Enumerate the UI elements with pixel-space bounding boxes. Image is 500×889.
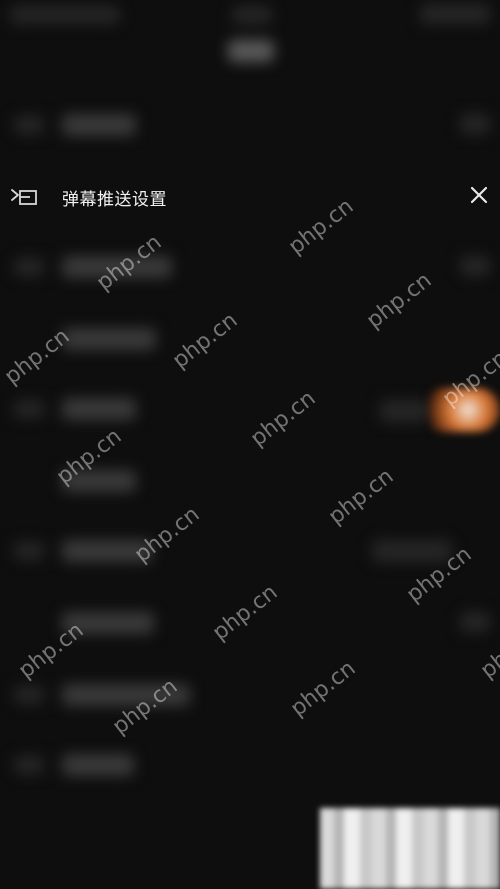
blurred-row-icon: [14, 542, 44, 560]
blurred-toggle-switch: [420, 388, 500, 432]
blurred-row-label: [62, 612, 154, 634]
blurred-row-icon: [14, 756, 44, 774]
blurred-row-icon: [14, 116, 44, 134]
blurred-row-label: [62, 398, 136, 420]
blurred-row-label: [62, 470, 136, 492]
blurred-status-left: [10, 6, 120, 24]
page-title: 弹幕推送设置: [62, 190, 167, 210]
close-icon[interactable]: [468, 184, 490, 206]
blurred-row-label: [62, 540, 152, 562]
blurred-row-value: [460, 612, 490, 632]
blurred-row-icon: [14, 258, 44, 276]
blurred-background: [0, 0, 500, 889]
blurred-row-label: [62, 754, 134, 776]
danmaku-push-settings-screen: 弹幕推送设置 php.cn php.cn php.cn php.cn php.c…: [0, 0, 500, 889]
blurred-row-label: [62, 328, 156, 350]
blurred-row-value: [372, 540, 452, 562]
blurred-status-right: [420, 4, 490, 24]
blurred-row-label: [62, 114, 136, 136]
blurred-row-value: [460, 114, 490, 134]
blurred-corner-artifact: [320, 808, 500, 889]
blurred-row-label: [62, 256, 172, 278]
blurred-row-value: [460, 256, 490, 276]
blurred-status-center: [232, 6, 272, 24]
settings-header: 弹幕推送设置: [0, 176, 500, 216]
blurred-row-icon: [14, 400, 44, 418]
blurred-top-element: [228, 40, 274, 62]
blurred-row-icon: [14, 686, 44, 704]
collapse-menu-icon[interactable]: [10, 186, 38, 208]
blurred-row-label: [62, 684, 190, 706]
